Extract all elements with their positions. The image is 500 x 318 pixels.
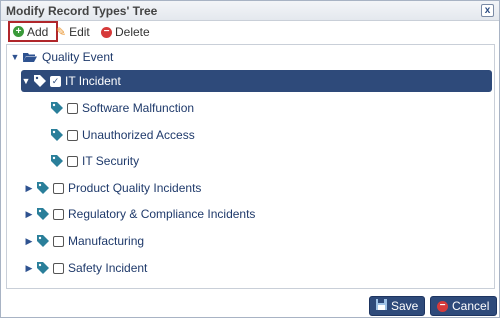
tag-icon — [37, 235, 50, 247]
checkbox[interactable] — [53, 182, 64, 194]
chevron-right-icon[interactable]: ▶ — [24, 236, 34, 246]
tag-icon — [34, 75, 47, 87]
chevron-down-icon[interactable]: ▼ — [10, 52, 20, 62]
folder-open-icon — [23, 51, 37, 63]
checkbox[interactable] — [67, 102, 78, 114]
tree-node-it-incident[interactable]: ▼ ✓ IT Incident — [21, 70, 492, 92]
save-icon — [376, 299, 387, 313]
close-button[interactable]: x — [481, 4, 494, 17]
pencil-icon: ✎ — [56, 25, 67, 39]
tree-node-software-malfunction[interactable]: Software Malfunction — [51, 97, 351, 119]
tag-icon — [37, 262, 50, 274]
delete-button[interactable]: − Delete — [101, 22, 150, 42]
tag-icon — [51, 102, 64, 114]
checkbox[interactable] — [53, 208, 64, 220]
edit-button[interactable]: ✎ Edit — [56, 22, 90, 42]
checkbox[interactable]: ✓ — [50, 75, 61, 87]
tree-node-label: Quality Event — [42, 50, 114, 64]
checkbox[interactable] — [67, 155, 78, 167]
tree-node-label: Unauthorized Access — [82, 128, 195, 142]
dialog-titlebar: Modify Record Types' Tree x — [1, 1, 499, 21]
checkbox[interactable] — [53, 262, 64, 274]
tree-node-label: IT Incident — [65, 74, 121, 88]
tree-node-quality-event[interactable]: ▼ Quality Event — [10, 46, 210, 68]
tree-node-label: Software Malfunction — [82, 101, 195, 115]
tree-node-label: Manufacturing — [68, 234, 145, 248]
chevron-right-icon[interactable]: ▶ — [24, 209, 34, 219]
record-types-tree: ▼ Quality Event ▼ ✓ IT Incident Software… — [6, 44, 495, 289]
save-button[interactable]: Save — [369, 296, 425, 316]
add-icon: + — [13, 26, 24, 37]
chevron-right-icon[interactable]: ▶ — [24, 183, 34, 193]
chevron-down-icon[interactable]: ▼ — [21, 76, 31, 86]
tree-node-it-security[interactable]: IT Security — [51, 150, 351, 172]
tree-node-label: Safety Incident — [68, 261, 148, 275]
checkbox[interactable] — [53, 235, 64, 247]
chevron-right-icon[interactable]: ▶ — [24, 263, 34, 273]
cancel-button[interactable]: − Cancel — [430, 296, 497, 316]
cancel-icon: − — [437, 300, 448, 312]
delete-label: Delete — [115, 25, 150, 39]
tree-node-safety-incident[interactable]: ▶ Safety Incident — [24, 257, 424, 279]
toolbar: + Add ✎ Edit − Delete — [6, 21, 494, 44]
dialog-title: Modify Record Types' Tree — [6, 4, 158, 18]
tag-icon — [37, 208, 50, 220]
tree-node-manufacturing[interactable]: ▶ Manufacturing — [24, 230, 424, 252]
modify-record-types-dialog: Modify Record Types' Tree x + Add ✎ Edit… — [0, 0, 500, 318]
tree-node-label: Product Quality Incidents — [68, 181, 202, 195]
tag-icon — [51, 129, 64, 141]
add-label: Add — [27, 24, 49, 39]
tag-icon — [37, 182, 50, 194]
checkbox[interactable] — [67, 129, 78, 141]
tree-node-label: IT Security — [82, 154, 140, 168]
tree-node-regulatory-compliance-incidents[interactable]: ▶ Regulatory & Compliance Incidents — [24, 203, 424, 225]
save-label: Save — [391, 299, 419, 313]
tree-node-unauthorized-access[interactable]: Unauthorized Access — [51, 124, 351, 146]
add-button[interactable]: + Add — [8, 21, 58, 42]
cancel-label: Cancel — [452, 299, 490, 313]
tree-node-product-quality-incidents[interactable]: ▶ Product Quality Incidents — [24, 177, 424, 199]
tag-icon — [51, 155, 64, 167]
delete-icon: − — [101, 26, 112, 38]
tree-node-label: Regulatory & Compliance Incidents — [68, 207, 256, 221]
edit-label: Edit — [69, 25, 90, 39]
